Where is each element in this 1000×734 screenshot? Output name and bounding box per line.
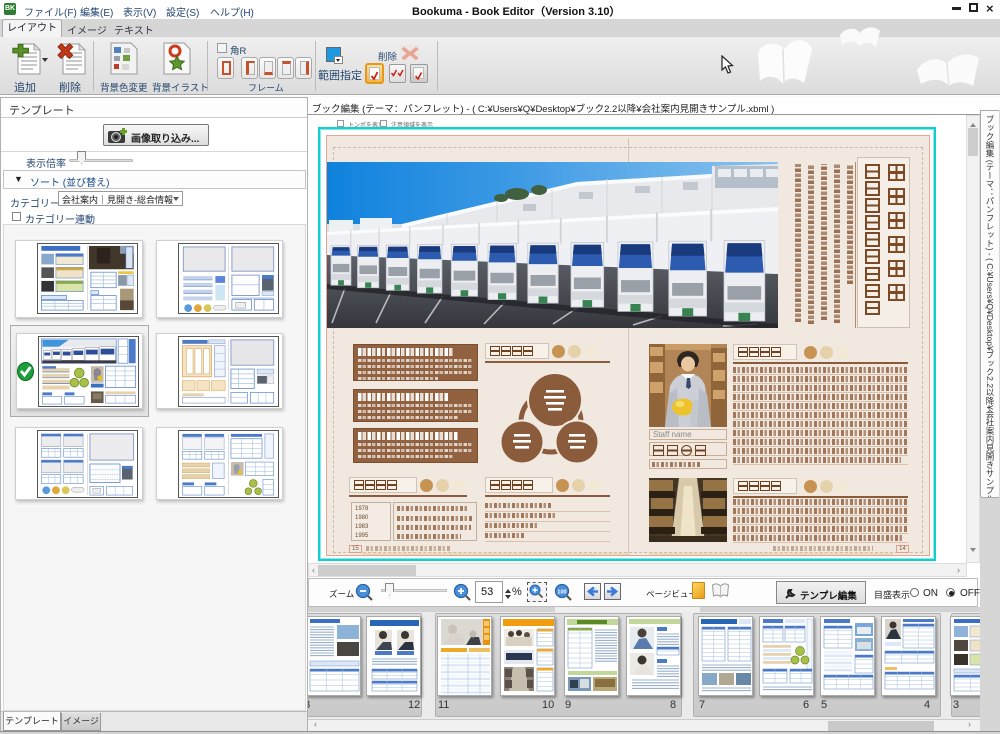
svg-text:100: 100	[557, 590, 566, 596]
